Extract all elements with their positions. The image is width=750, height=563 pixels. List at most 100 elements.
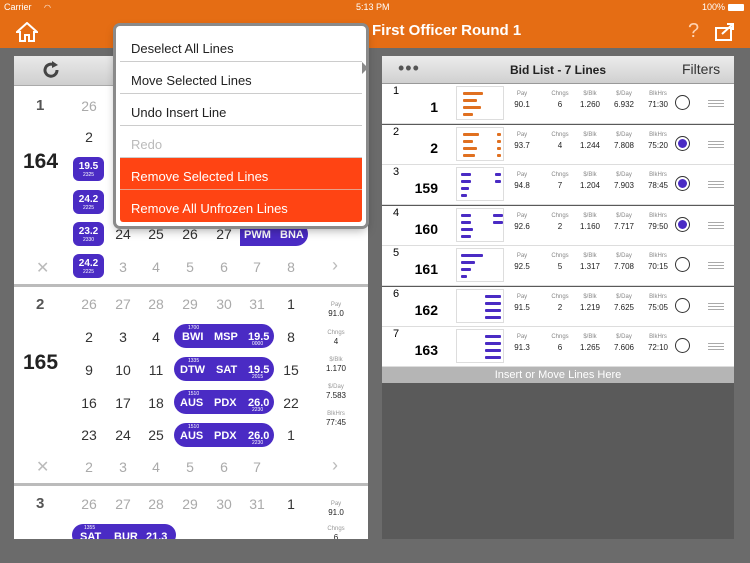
day-cell: 2 bbox=[85, 459, 93, 475]
bid-row[interactable]: 1 1 Pay 90.1 Chngs 6 $/Blk 1.260 $/Day 6.932 BlkHr… bbox=[382, 84, 734, 124]
page-title: First Officer Round 1 bbox=[372, 22, 522, 39]
select-radio[interactable] bbox=[675, 95, 690, 110]
battery-icon bbox=[728, 4, 744, 11]
bid-row[interactable]: 3 159 Pay 94.8 Chngs 7 $/Blk 1.204 $/Day 7.903 Blk… bbox=[382, 165, 734, 205]
clear-icon[interactable]: ✕ bbox=[36, 258, 49, 278]
bid-rank: 5 bbox=[393, 247, 400, 259]
question-icon[interactable]: ? bbox=[688, 20, 699, 43]
bid-stat: Pay 93.7 bbox=[514, 131, 530, 150]
day-cell: 1 bbox=[287, 427, 295, 443]
trip-chip[interactable]: 19.5 2325 bbox=[73, 157, 104, 181]
line-thumbnail bbox=[456, 126, 504, 161]
status-bar: Carrier ◠ 5:13 PM 100% bbox=[0, 0, 750, 16]
clear-icon[interactable]: ✕ bbox=[36, 457, 49, 477]
bid-row[interactable]: 2 2 Pay 93.7 Chngs 4 $/Blk 1.244 $/Day 7.808 BlkHr… bbox=[382, 124, 734, 165]
bid-rank: 4 bbox=[393, 206, 400, 219]
trip-chip[interactable]: 23.2 2330 bbox=[73, 222, 104, 246]
home-icon[interactable] bbox=[16, 22, 38, 42]
bid-stat: BlkHrs 79:50 bbox=[647, 212, 669, 231]
trip-pill[interactable]: 1510 AUS PDX 26.0 2230 bbox=[174, 423, 274, 447]
drag-handle-icon[interactable] bbox=[708, 221, 724, 229]
bid-line-number: 1 bbox=[430, 99, 438, 115]
actions-popover: Deselect All Lines Move Selected Lines U… bbox=[116, 26, 368, 226]
refresh-icon[interactable] bbox=[42, 61, 60, 79]
day-cell: 10 bbox=[115, 362, 131, 378]
bid-line-number: 160 bbox=[414, 220, 438, 237]
day-cell: 26 bbox=[81, 98, 97, 114]
remove-all-unfrozen-lines-item[interactable]: Remove All Unfrozen Lines bbox=[120, 190, 362, 222]
select-radio[interactable] bbox=[675, 216, 690, 232]
insert-drop-zone[interactable]: Insert or Move Lines Here bbox=[382, 367, 734, 383]
day-cell: 23 bbox=[81, 427, 97, 443]
trip-pill[interactable]: 1335 DTW SAT 19.5 2015 bbox=[174, 357, 274, 381]
filters-button[interactable]: Filters bbox=[682, 61, 720, 77]
more-icon[interactable]: ••• bbox=[398, 58, 420, 79]
line-index: 3 bbox=[36, 495, 45, 512]
bid-rank: 6 bbox=[393, 287, 400, 300]
bid-stat: Pay 91.5 bbox=[514, 293, 530, 312]
bid-stat: BlkHrs 75:20 bbox=[647, 131, 669, 150]
select-radio[interactable] bbox=[675, 176, 690, 191]
line-number: 164 bbox=[23, 150, 59, 173]
bid-stat: Pay 91.3 bbox=[514, 334, 530, 352]
chevron-right-icon[interactable]: › bbox=[332, 255, 338, 276]
trip-pill[interactable]: 1700 BWI MSP 19.5 0000 bbox=[174, 324, 274, 348]
stat-blkhrs: BlkHrs 77:45 bbox=[325, 411, 347, 427]
bid-row[interactable]: 6 162 Pay 91.5 Chngs 2 $/Blk 1.219 $/Day 7.625 Blk… bbox=[382, 286, 734, 327]
clock: 5:13 PM bbox=[356, 2, 390, 12]
select-radio[interactable] bbox=[675, 338, 690, 353]
line-block-165[interactable]: 2 165 26 27 28 29 30 31 1 2 3 4 8 9 10 1… bbox=[14, 287, 368, 483]
drag-handle-icon[interactable] bbox=[708, 302, 724, 310]
day-cell: 24 bbox=[115, 226, 131, 242]
day-cell: 1 bbox=[287, 296, 295, 312]
bid-rank: 1 bbox=[393, 85, 400, 97]
trip-pill[interactable]: 1355 SAT BUR 21.3 bbox=[72, 524, 176, 539]
bid-stat: BlkHrs 72:10 bbox=[647, 334, 669, 352]
day-cell: 27 bbox=[115, 496, 131, 512]
day-cell: 25 bbox=[148, 427, 164, 443]
drag-handle-icon[interactable] bbox=[708, 262, 724, 269]
drag-handle-icon[interactable] bbox=[708, 343, 724, 350]
trip-chip[interactable]: 24.2 2225 bbox=[73, 190, 104, 214]
line-block-3[interactable]: 3 26 27 28 29 30 31 1 1355 SAT BUR 21.3 … bbox=[14, 486, 368, 539]
share-icon[interactable] bbox=[714, 22, 736, 42]
chevron-right-icon[interactable]: › bbox=[332, 455, 338, 476]
select-radio[interactable] bbox=[675, 257, 690, 272]
drag-handle-icon[interactable] bbox=[708, 140, 724, 148]
bid-stat: BlkHrs 75:05 bbox=[647, 293, 669, 312]
bid-stat: Pay 92.6 bbox=[514, 212, 530, 231]
day-cell: 22 bbox=[283, 395, 299, 411]
select-radio[interactable] bbox=[675, 297, 690, 313]
battery-label: 100% bbox=[702, 2, 726, 12]
bid-row[interactable]: 5 161 Pay 92.5 Chngs 5 $/Blk 1.317 $/Day 7.708 Blk… bbox=[382, 246, 734, 286]
day-cell: 26 bbox=[182, 226, 198, 242]
bid-rank: 3 bbox=[393, 166, 400, 178]
bid-row[interactable]: 7 163 Pay 91.3 Chngs 6 $/Blk 1.265 $/Day 7.606 Blk… bbox=[382, 327, 734, 367]
stat-pay: Pay 91.0 bbox=[328, 501, 344, 517]
trip-pill[interactable]: 1510 AUS PDX 26.0 2230 bbox=[174, 390, 274, 414]
stat-chngs: Chngs 6 bbox=[327, 526, 345, 539]
day-cell: 9 bbox=[85, 362, 93, 378]
bid-list-pane: ••• Bid List - 7 Lines Filters 1 1 Pay 90.1… bbox=[382, 56, 734, 539]
bid-stat: Pay 94.8 bbox=[514, 172, 530, 190]
line-thumbnail bbox=[456, 329, 504, 363]
undo-insert-line-item[interactable]: Undo Insert Line bbox=[120, 94, 362, 126]
line-thumbnail bbox=[456, 207, 504, 242]
day-cell: 29 bbox=[182, 496, 198, 512]
select-radio[interactable] bbox=[675, 135, 690, 151]
bid-stat: BlkHrs 70:15 bbox=[647, 253, 669, 271]
trip-chip[interactable]: 24.2 2225 bbox=[73, 254, 104, 278]
remove-selected-lines-item[interactable]: Remove Selected Lines bbox=[120, 158, 362, 190]
drag-handle-icon[interactable] bbox=[708, 181, 724, 188]
bid-list-header: ••• Bid List - 7 Lines Filters bbox=[382, 56, 734, 84]
day-cell: 2 bbox=[85, 329, 93, 345]
bid-row[interactable]: 4 160 Pay 92.6 Chngs 2 $/Blk 1.160 $/Day 7.717 Blk… bbox=[382, 205, 734, 246]
bid-rank: 7 bbox=[393, 328, 400, 340]
line-index: 2 bbox=[36, 296, 45, 313]
deselect-all-lines-item[interactable]: Deselect All Lines bbox=[120, 30, 362, 62]
wifi-icon: ◠ bbox=[44, 3, 51, 12]
bid-line-number: 161 bbox=[414, 261, 438, 277]
drag-handle-icon[interactable] bbox=[708, 100, 724, 107]
move-selected-lines-item[interactable]: Move Selected Lines bbox=[120, 62, 362, 94]
line-thumbnail bbox=[456, 86, 504, 120]
